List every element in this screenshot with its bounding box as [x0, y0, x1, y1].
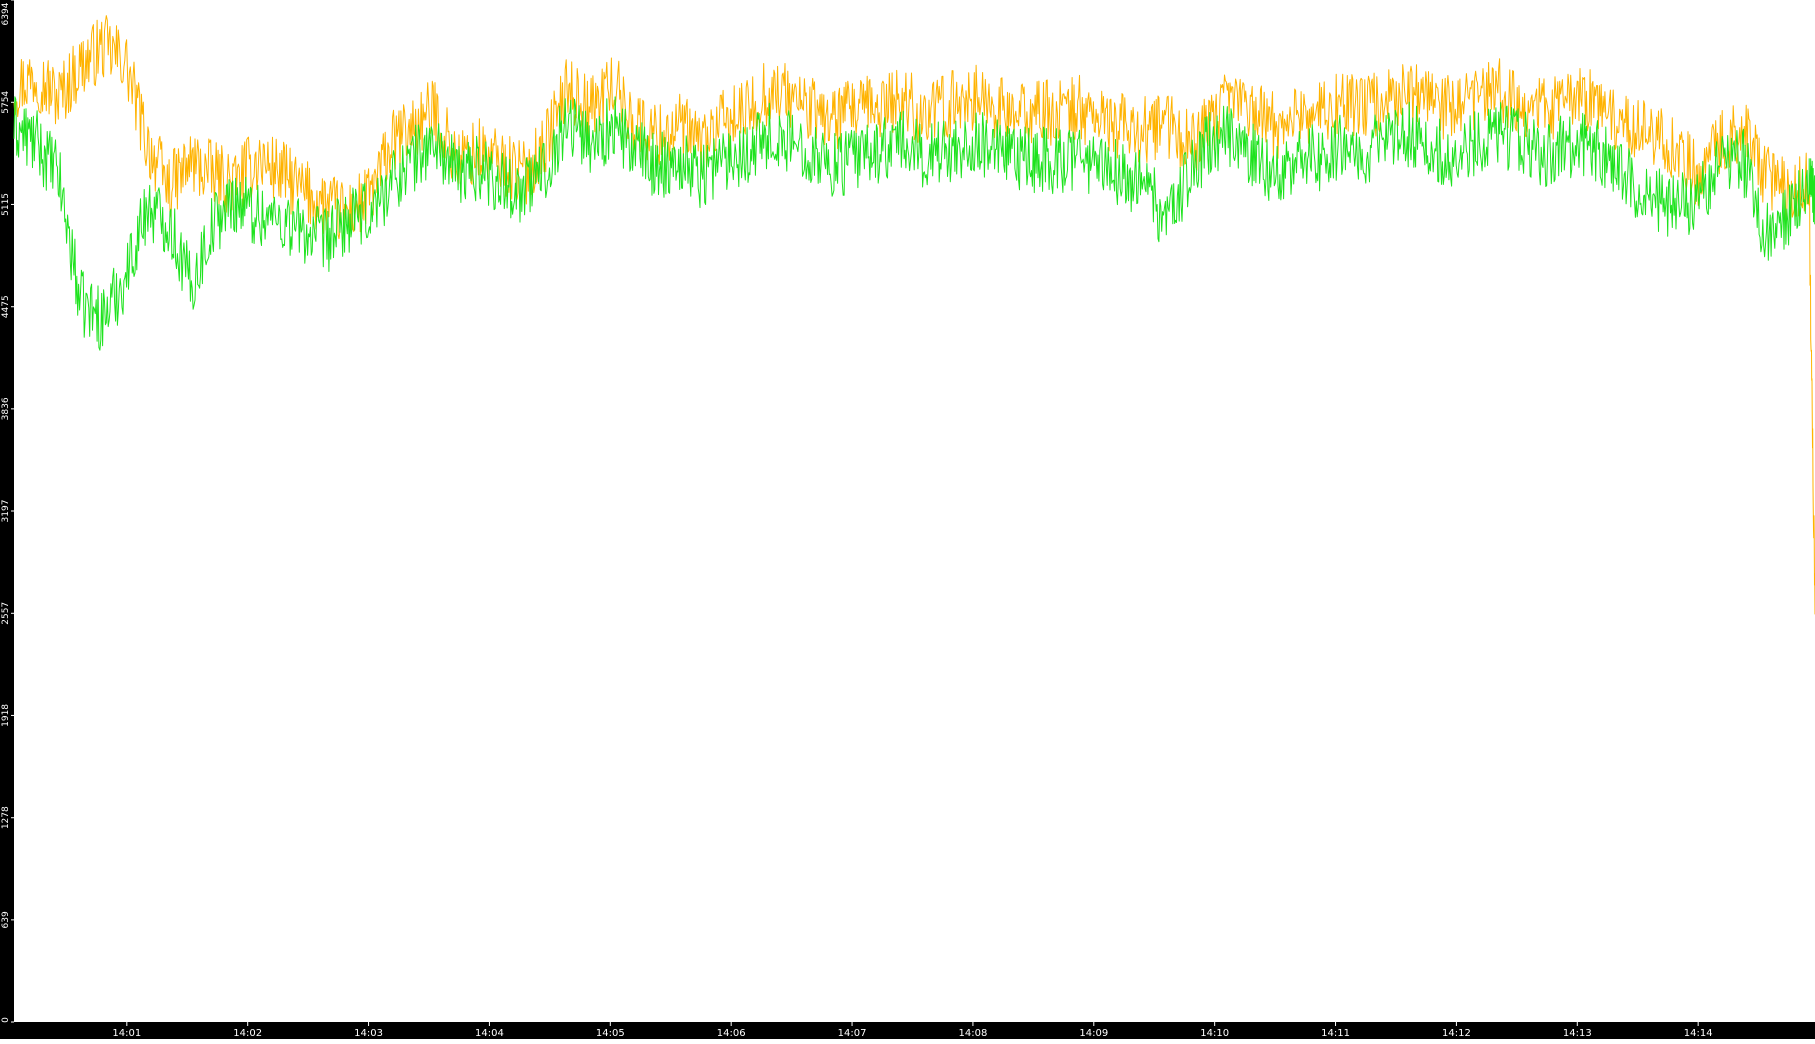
x-tick-label: 14:13 [1563, 1028, 1592, 1039]
y-axis: 0 639 1278 1918 2557 3197 3836 4475 5115 5754 6394 [1, 0, 14, 1023]
line-chart: 0 639 1278 1918 2557 3197 3836 4475 5115 5754 6394… [0, 0, 1815, 1039]
x-tick-label: 14:02 [233, 1028, 262, 1039]
y-tick-label: 2557 [1, 602, 11, 625]
x-tick-label: 14:12 [1442, 1028, 1471, 1039]
x-tick-label: 14:08 [959, 1028, 988, 1039]
x-tick-label: 14:07 [838, 1028, 867, 1039]
chart-svg: 0 639 1278 1918 2557 3197 3836 4475 5115 5754 6394… [1, 0, 1815, 1039]
x-tick-label: 14:09 [1079, 1028, 1108, 1039]
y-tick-label: 5115 [1, 193, 11, 216]
x-tick-label: 14:10 [1200, 1028, 1229, 1039]
y-tick-label: 6394 [1, 2, 11, 25]
y-tick-label: 1918 [1, 704, 11, 727]
y-tick-label: 3836 [1, 397, 11, 420]
y-tick-label: 3197 [1, 500, 11, 523]
x-tick-label: 14:03 [354, 1028, 383, 1039]
x-tick-label: 14:14 [1684, 1028, 1713, 1039]
x-tick-label: 14:04 [475, 1028, 504, 1039]
y-tick-label: 5754 [1, 91, 11, 114]
x-tick-label: 14:05 [596, 1028, 625, 1039]
y-tick-label: 639 [1, 911, 11, 928]
y-tick-label: 1278 [1, 806, 11, 829]
x-tick-label: 14:01 [112, 1028, 141, 1039]
x-axis: 14:01 14:02 14:03 14:04 14:05 14:06 14:07 14:08… [112, 1022, 1713, 1039]
x-tick-label: 14:11 [1321, 1028, 1350, 1039]
y-tick-label: 0 [1, 1017, 11, 1023]
x-tick-label: 14:06 [717, 1028, 746, 1039]
y-tick-label: 4475 [1, 295, 11, 318]
